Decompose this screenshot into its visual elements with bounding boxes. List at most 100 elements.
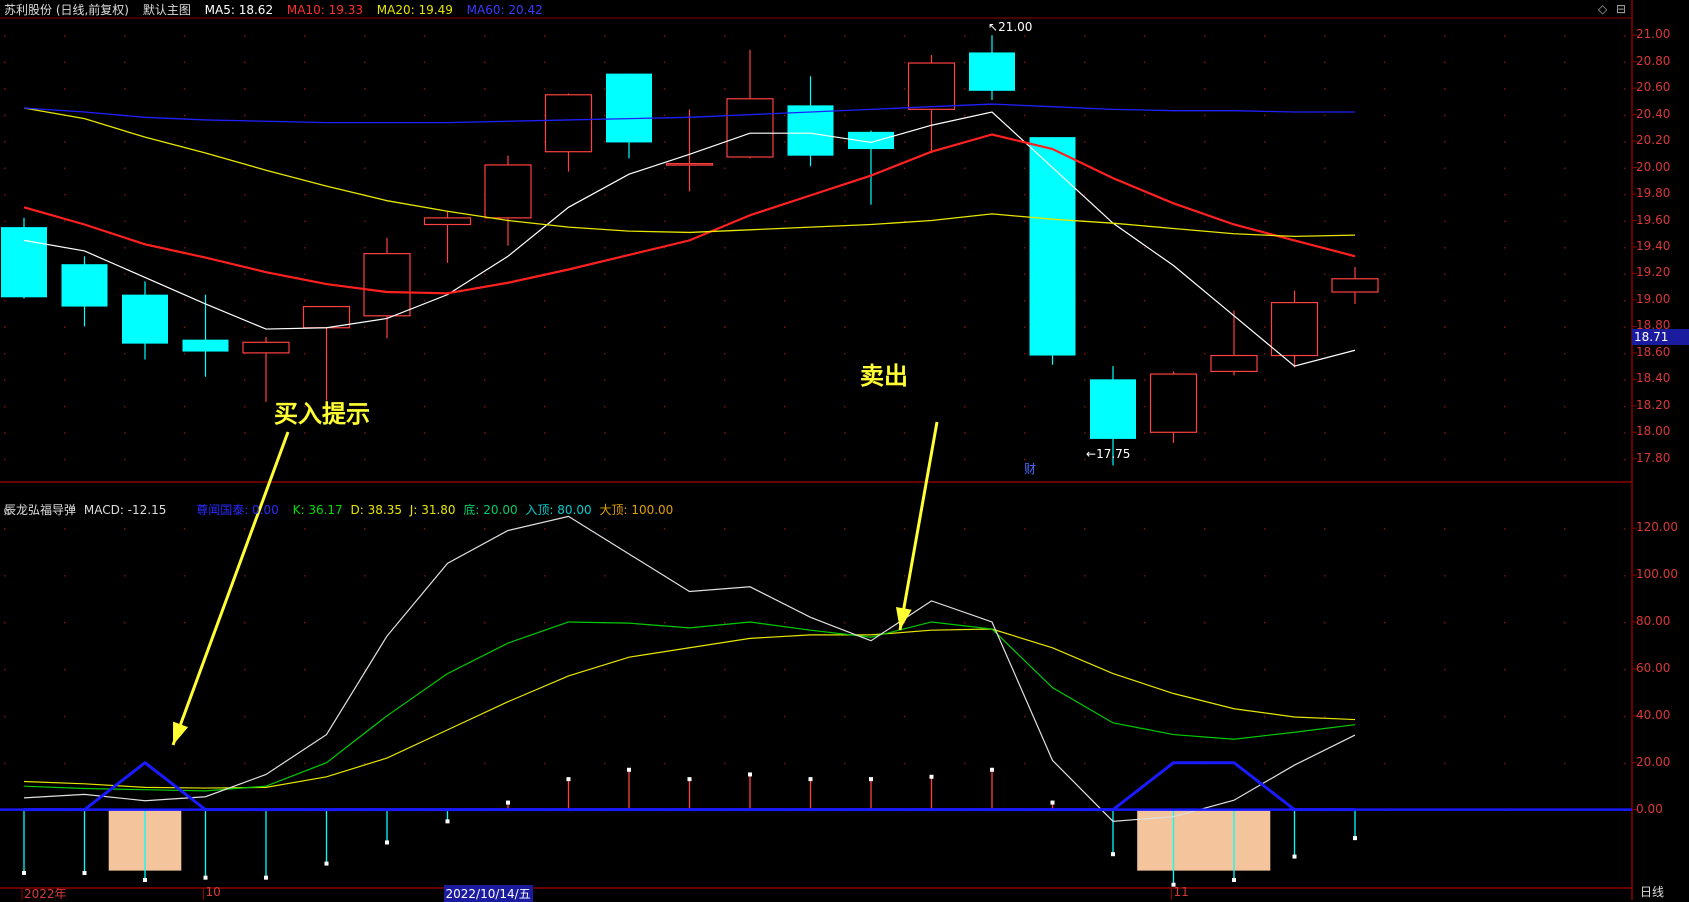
collapse-icon[interactable]: ⊙ xyxy=(3,504,12,517)
grid-dot xyxy=(484,762,486,765)
grid-dot xyxy=(544,762,546,765)
grid-dot xyxy=(724,432,726,434)
grid-dot xyxy=(424,194,426,196)
grid-dot xyxy=(1024,114,1026,117)
grid-dot xyxy=(1144,273,1146,275)
grid-dot xyxy=(1504,621,1506,624)
macd-dot xyxy=(264,875,268,880)
grid-dot xyxy=(1564,61,1566,64)
grid-dot xyxy=(1324,220,1326,223)
grid-dot xyxy=(1444,668,1446,671)
grid-dot xyxy=(844,88,846,90)
grid-dot xyxy=(1624,432,1626,434)
expand-icon[interactable]: ⊟ xyxy=(1616,2,1626,16)
grid-dot xyxy=(1144,35,1146,37)
grid-dot xyxy=(1264,762,1266,765)
grid-dot xyxy=(1444,273,1446,275)
grid-dot xyxy=(1564,114,1566,117)
grid-dot xyxy=(664,35,666,37)
grid-dot xyxy=(4,352,6,355)
low-marker: ←17.75 xyxy=(1086,447,1131,461)
grid-dot xyxy=(844,352,846,355)
grid-dot xyxy=(664,432,666,434)
grid-dot xyxy=(604,273,606,275)
grid-dot xyxy=(544,194,546,196)
grid-dot xyxy=(4,621,6,624)
grid-dot xyxy=(304,61,306,64)
grid-dot xyxy=(1504,405,1506,408)
grid-dot xyxy=(1084,432,1086,434)
grid-dot xyxy=(1264,715,1266,718)
grid-dot xyxy=(64,194,66,196)
grid-dot xyxy=(1144,621,1146,624)
grid-dot xyxy=(724,458,726,461)
grid-dot xyxy=(1324,458,1326,461)
grid-dot xyxy=(844,35,846,37)
grid-dot xyxy=(1384,668,1386,671)
grid-dot xyxy=(184,141,186,143)
grid-dot xyxy=(424,715,426,718)
grid-dot xyxy=(1564,621,1566,624)
grid-dot xyxy=(184,299,186,302)
ma20-value: MA20: 19.49 xyxy=(376,3,453,17)
grid-dot xyxy=(1504,458,1506,461)
grid-dot xyxy=(604,220,606,223)
grid-dot xyxy=(1384,167,1386,170)
grid-dot xyxy=(1024,762,1026,765)
grid-dot xyxy=(1144,432,1146,434)
price-tick-label: 20.60 xyxy=(1636,80,1671,95)
grid-dot xyxy=(544,575,546,577)
grid-dot xyxy=(424,35,426,37)
grid-dot xyxy=(1624,141,1626,143)
grid-dot xyxy=(1624,273,1626,275)
diamond-icon[interactable]: ◇ xyxy=(1598,2,1607,16)
grid-dot xyxy=(844,220,846,223)
template-name[interactable]: 默认主图 xyxy=(143,3,191,17)
grid-dot xyxy=(544,352,546,355)
grid-dot xyxy=(1084,35,1086,37)
grid-dot xyxy=(604,575,606,577)
grid-dot xyxy=(1024,326,1026,328)
grid-dot xyxy=(244,458,246,461)
grid-dot xyxy=(784,299,786,302)
period-label[interactable]: 日线 xyxy=(1640,883,1664,900)
grid-dot xyxy=(784,247,786,249)
grid-dot xyxy=(364,88,366,90)
stock-title[interactable]: 苏利股份 (日线,前复权) xyxy=(4,3,129,17)
grid-dot xyxy=(1084,299,1086,302)
grid-dot xyxy=(1384,220,1386,223)
grid-dot xyxy=(784,88,786,90)
grid-dot xyxy=(64,326,66,328)
grid-dot xyxy=(1624,668,1626,671)
grid-dot xyxy=(1024,220,1026,223)
grid-dot xyxy=(244,88,246,90)
grid-dot xyxy=(1264,621,1266,624)
grid-dot xyxy=(1084,88,1086,90)
finance-marker[interactable]: 财 xyxy=(1024,460,1036,477)
grid-dot xyxy=(1144,528,1146,530)
grid-dot xyxy=(184,379,186,381)
high-value: 21.00 xyxy=(998,20,1033,34)
grid-dot xyxy=(604,715,606,718)
grid-dot xyxy=(1384,458,1386,461)
grid-dot xyxy=(664,61,666,64)
grid-dot xyxy=(424,88,426,90)
grid-dot xyxy=(244,528,246,530)
grid-dot xyxy=(544,88,546,90)
grid-dot xyxy=(1504,379,1506,381)
grid-dot xyxy=(844,458,846,461)
grid-dot xyxy=(1204,114,1206,117)
macd-dot xyxy=(324,861,329,866)
grid-dot xyxy=(484,114,486,117)
grid-dot xyxy=(484,668,486,671)
macd-dot xyxy=(1111,852,1115,857)
grid-dot xyxy=(1324,379,1326,381)
indicator-title[interactable]: 辰龙弘福导弹 xyxy=(4,503,76,517)
grid-dot xyxy=(964,220,966,223)
grid-dot xyxy=(4,458,6,461)
grid-dot xyxy=(604,114,606,117)
grid-dot xyxy=(1624,458,1626,461)
grid-dot xyxy=(424,458,426,461)
grid-dot xyxy=(784,715,786,718)
grid-dot xyxy=(1384,299,1386,302)
